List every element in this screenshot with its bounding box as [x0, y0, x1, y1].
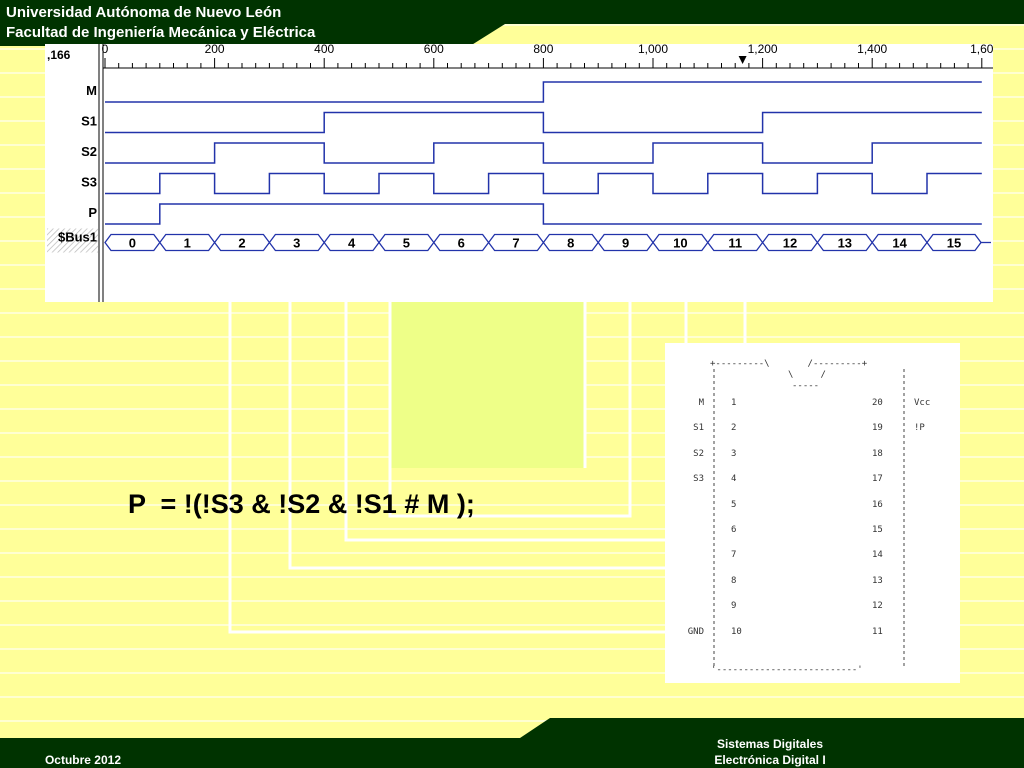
- right-pin-number: 19: [872, 423, 883, 434]
- ruler-tick-label: 0: [102, 44, 109, 56]
- bus-value: 11: [728, 236, 742, 251]
- left-pin-number: 9: [731, 601, 737, 612]
- right-pin-number: 14: [872, 550, 883, 561]
- bus-value: 6: [458, 236, 465, 251]
- ruler-tick-label: 400: [314, 44, 334, 56]
- bus-value: 15: [947, 236, 961, 251]
- left-pin-label: S3: [693, 474, 704, 485]
- bus-value: 9: [622, 236, 629, 251]
- waveform-p: [105, 203, 982, 225]
- footer-course-1: Sistemas Digitales: [716, 737, 824, 751]
- right-pin-label: !P: [914, 423, 925, 434]
- right-pin-number: 18: [872, 448, 883, 459]
- left-pin-label: GND: [687, 626, 704, 637]
- bus-value: 1: [184, 236, 191, 251]
- ruler-tick-label: 1,400: [857, 44, 887, 56]
- bus-value: 10: [673, 236, 687, 251]
- signal-label-s1: S1: [81, 114, 97, 129]
- left-pin-number: 3: [731, 448, 737, 459]
- right-pin-number: 20: [872, 398, 883, 408]
- ruler-tick-label: 200: [205, 44, 225, 56]
- waveform-s1: [105, 111, 982, 134]
- waveform-s3: [105, 172, 982, 195]
- university-name: Universidad Autónoma de Nuevo León: [6, 4, 282, 21]
- bus-value: 5: [403, 236, 410, 251]
- signal-label-s3: S3: [81, 175, 97, 190]
- chip-side-borders: [713, 369, 905, 668]
- cursor-value-label: ,166: [47, 48, 71, 62]
- right-pin-number: 12: [872, 601, 883, 612]
- left-pin-number: 4: [731, 474, 737, 485]
- ruler-tick-label: 800: [533, 44, 553, 56]
- right-pin-number: 16: [872, 499, 883, 510]
- bus-value: 0: [129, 236, 136, 251]
- bus-value: 3: [293, 236, 300, 251]
- signal-label-s2: S2: [81, 144, 97, 159]
- footer-banner: Octubre 2012 Sistemas Digitales Electrón…: [0, 718, 1024, 768]
- footer-course-2: Electrónica Digital I: [714, 753, 826, 767]
- bus-value: 7: [512, 236, 519, 251]
- left-pin-number: 10: [731, 626, 742, 637]
- right-pin-number: 13: [872, 575, 883, 586]
- bus-value: 8: [567, 236, 574, 251]
- footer-shape: [0, 718, 1024, 768]
- boolean-equation: P = !(!S3 & !S2 & !S1 # M );: [128, 489, 475, 519]
- cursor-marker-icon: [738, 56, 747, 64]
- left-pin-number: 2: [731, 423, 737, 434]
- waveform-m: [105, 81, 982, 103]
- bus-value: 2: [238, 236, 245, 251]
- right-pin-number: 11: [872, 626, 883, 637]
- left-pin-number: 8: [731, 575, 737, 586]
- waveform-s2: [105, 142, 982, 164]
- ruler-tick-label: 1,000: [638, 44, 668, 56]
- left-pin-label: M: [698, 398, 704, 408]
- signal-label-m: M: [86, 83, 97, 98]
- ruler-tick-label: 1,200: [748, 44, 778, 56]
- left-pin-number: 7: [731, 550, 737, 561]
- right-pin-number: 15: [872, 525, 883, 535]
- faculty-name: Facultad de Ingeniería Mecánica y Eléctr…: [6, 24, 316, 41]
- light-green-box: [390, 300, 585, 468]
- signal-label-p: P: [88, 205, 97, 220]
- left-pin-number: 6: [731, 525, 737, 535]
- bus-value: 4: [348, 236, 356, 251]
- left-pin-number: 1: [731, 398, 737, 408]
- bus-value: 14: [892, 236, 907, 251]
- ruler-tick-label: 600: [424, 44, 444, 56]
- left-pin-label: S2: [693, 448, 704, 459]
- header-banner: Universidad Autónoma de Nuevo León Facul…: [0, 0, 1024, 46]
- chip-pinout-diagram: +---------\ /---------+ \ / ----- '--------…: [665, 343, 960, 683]
- right-pin-number: 17: [872, 474, 883, 485]
- right-pin-label: Vcc: [914, 398, 931, 408]
- bus-label: $Bus1: [58, 230, 97, 245]
- waveform-chart: 0 200 400 600 800 1,000 1,200 1,400 1,60 ,166 M S1 S…: [47, 42, 994, 302]
- left-pin-number: 5: [731, 499, 737, 510]
- bus-value: 12: [783, 236, 797, 251]
- bus-value: 13: [838, 236, 852, 251]
- footer-date: Octubre 2012: [44, 753, 122, 767]
- ruler-tick-label: 1,60: [970, 44, 993, 56]
- left-pin-label: S1: [693, 423, 704, 434]
- waveform-panel: 0 200 400 600 800 1,000 1,200 1,400 1,60 ,166 M S1 S…: [45, 42, 994, 302]
